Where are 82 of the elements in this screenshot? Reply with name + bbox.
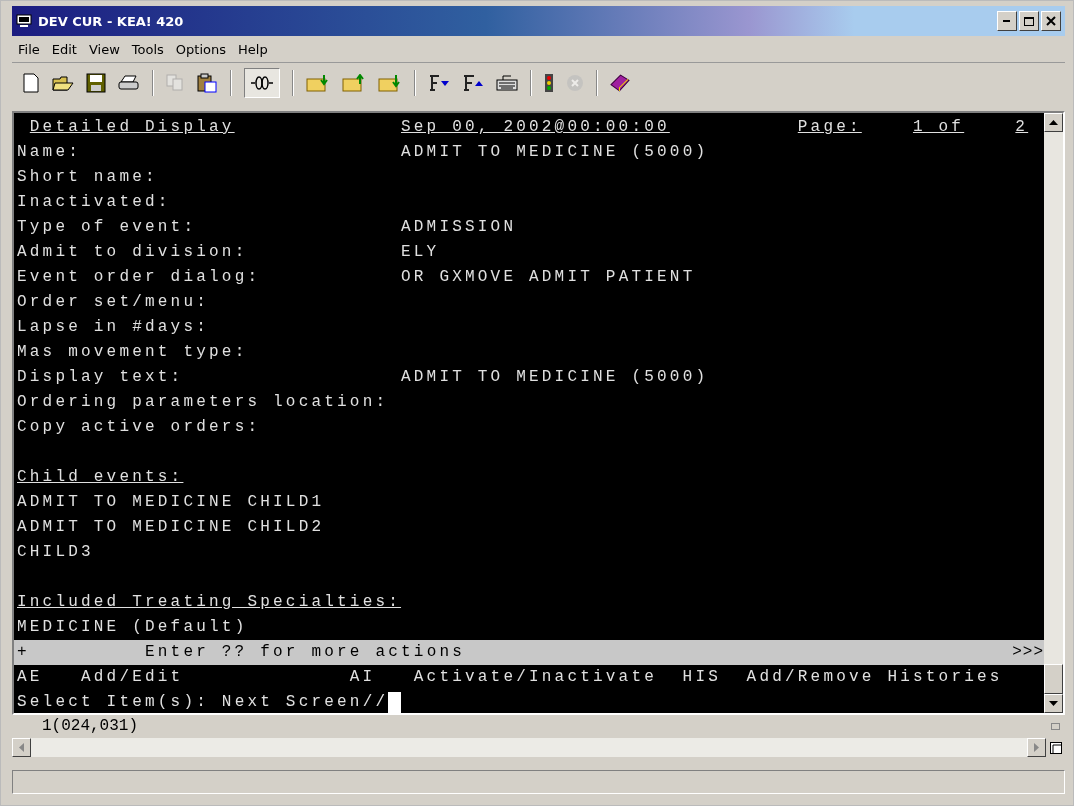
page-label: Page: <box>797 117 863 138</box>
cursor-position: 1(024,031) <box>42 717 138 735</box>
field-label: Name: <box>17 142 82 163</box>
scroll-down-button[interactable] <box>1044 694 1063 713</box>
field-label: Inactivated: <box>17 192 172 213</box>
screen-title: Detailed Display <box>29 117 236 138</box>
page-total: 2 <box>1015 117 1029 138</box>
action-label: Activate/Inactivate <box>413 667 658 688</box>
field-label: Lapse in #days: <box>17 317 211 338</box>
text-cursor <box>388 692 402 713</box>
paste-icon[interactable] <box>196 73 218 93</box>
action-hint: Enter ?? for more actions <box>145 642 466 663</box>
action-code: AE <box>17 667 44 688</box>
command-prompt: Select Item(s): Next Screen// <box>17 692 389 713</box>
printer-icon[interactable] <box>118 75 140 91</box>
field-label: Event order dialog: <box>17 267 262 288</box>
scroll-left-button[interactable] <box>12 738 31 757</box>
field-label: Order set/menu: <box>17 292 211 313</box>
toggle-button[interactable] <box>244 68 280 98</box>
field-label: Admit to division: <box>17 242 249 263</box>
menu-item[interactable]: Tools <box>131 41 164 57</box>
field-value: ADMIT TO MEDICINE (5000) <box>401 367 709 388</box>
font-decrease-icon[interactable] <box>428 75 450 91</box>
section-heading: Child events: <box>17 467 184 488</box>
window-icon <box>1049 741 1062 754</box>
scroll-right-button[interactable] <box>1027 738 1046 757</box>
keyboard-icon[interactable] <box>496 75 518 91</box>
vertical-scrollbar[interactable] <box>1044 113 1063 713</box>
action-code: AI <box>349 667 377 688</box>
screen-date: Sep 00, 2002@00:00:00 <box>401 117 671 138</box>
field-value: OR GXMOVE ADMIT PATIENT <box>401 267 696 288</box>
folder-download-icon[interactable] <box>378 74 402 92</box>
window-icon <box>1051 722 1060 730</box>
zero-zero-icon <box>250 76 274 90</box>
field-label: Ordering parameters location: <box>17 392 390 413</box>
open-folder-icon[interactable] <box>52 74 74 92</box>
horizontal-scrollbar[interactable] <box>12 738 1046 757</box>
list-entry: CHILD3 <box>17 542 94 563</box>
menu-item[interactable]: Edit <box>51 41 77 57</box>
save-icon[interactable] <box>86 73 106 93</box>
action-code: HIS <box>682 667 722 688</box>
menu-item[interactable]: View <box>88 41 120 57</box>
menu-item[interactable]: Help <box>238 41 268 57</box>
traffic-light-icon[interactable] <box>544 73 554 93</box>
maximize-icon <box>1024 16 1034 26</box>
book-icon[interactable] <box>610 74 630 92</box>
menu-item[interactable]: File <box>18 41 40 57</box>
up-arrow-icon <box>1049 120 1058 125</box>
field-label: Copy active orders: <box>17 417 262 438</box>
left-arrow-icon <box>19 743 24 752</box>
right-arrow-icon <box>1034 743 1039 752</box>
list-entry: MEDICINE (Default) <box>17 617 248 638</box>
page-number: 1 of <box>912 117 966 138</box>
minimize-icon <box>1003 19 1011 23</box>
new-document-icon[interactable] <box>22 73 40 93</box>
field-value: ELY <box>401 242 440 263</box>
action-label: Add/Remove Histories <box>746 667 1003 688</box>
maximize-button[interactable] <box>1019 11 1039 31</box>
list-entry: ADMIT TO MEDICINE CHILD2 <box>17 517 325 538</box>
close-icon <box>1046 16 1056 26</box>
field-value: ADMISSION <box>401 217 517 238</box>
monitor-icon <box>16 14 32 28</box>
down-arrow-icon <box>1049 701 1058 706</box>
scroll-up-button[interactable] <box>1044 113 1063 132</box>
field-label: Mas movement type: <box>17 342 249 363</box>
more-marker: + <box>17 642 31 663</box>
field-label: Type of event: <box>17 217 198 238</box>
font-increase-icon[interactable] <box>462 75 484 91</box>
more-actions-marker: >>> <box>1012 642 1044 663</box>
list-entry: ADMIT TO MEDICINE CHILD1 <box>17 492 325 513</box>
action-label: Add/Edit <box>81 667 184 688</box>
folder-upload-icon[interactable] <box>342 74 366 92</box>
minimize-button[interactable] <box>997 11 1017 31</box>
section-heading: Included Treating Specialties: <box>17 592 402 613</box>
folder-download-icon[interactable] <box>306 74 330 92</box>
scroll-thumb[interactable] <box>1044 664 1063 694</box>
close-button[interactable] <box>1041 11 1061 31</box>
menu-item[interactable]: Options <box>175 41 226 57</box>
window-title: DEV CUR - KEA! 420 <box>38 13 184 29</box>
field-label: Display text: <box>17 367 185 388</box>
field-value: ADMIT TO MEDICINE (5000) <box>401 142 709 163</box>
field-label: Short name: <box>17 167 159 188</box>
